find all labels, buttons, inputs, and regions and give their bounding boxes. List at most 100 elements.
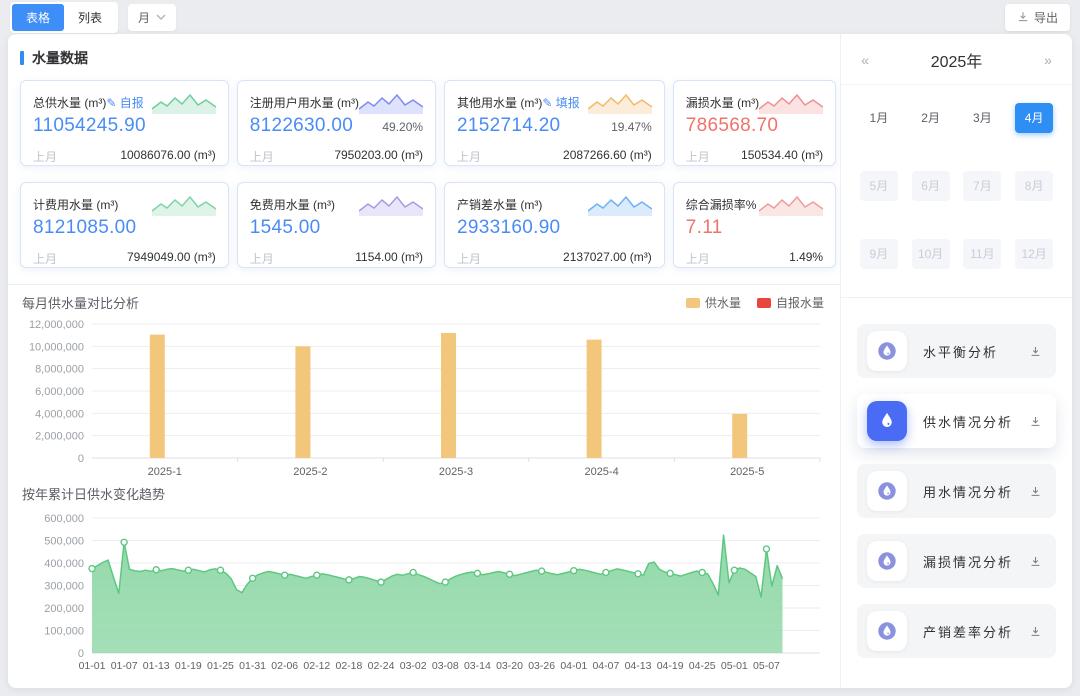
svg-text:04-25: 04-25 <box>689 660 716 672</box>
data-marker <box>603 569 609 575</box>
stat-card-title: 免费用水量 (m³) <box>250 196 335 213</box>
data-marker <box>217 567 223 573</box>
stat-card-prev-value: 7950203.00 (m³) <box>334 148 423 165</box>
stat-card-prev-label: 上月 <box>250 250 274 267</box>
analysis-item-3[interactable]: 漏损情况分析 <box>857 534 1056 588</box>
analysis-item-label: 产销差率分析 <box>923 622 1013 641</box>
bar-chart-legend: 供水量自报水量 <box>686 294 824 311</box>
stat-card-prev: 上月10086076.00 (m³) <box>33 148 216 165</box>
sparkline-icon <box>588 90 652 114</box>
calendar-next-button[interactable]: » <box>1040 52 1056 68</box>
section-divider <box>8 284 840 285</box>
svg-text:04-07: 04-07 <box>592 660 619 672</box>
stat-card-title: 漏损水量 (m³) <box>686 94 759 111</box>
water-drop-icon <box>876 410 898 432</box>
analysis-item-0[interactable]: 水平衡分析 <box>857 324 1056 378</box>
analysis-icon-box <box>867 471 907 511</box>
legend-swatch <box>757 298 771 308</box>
month-cell-1[interactable]: 1月 <box>860 103 898 133</box>
data-marker <box>346 577 352 583</box>
view-tab-1[interactable]: 列表 <box>64 4 116 31</box>
calendar-prev-button[interactable]: « <box>857 52 873 68</box>
dashboard-panel: 水量数据 总供水量 (m³)✎ 自报11054245.90 上月10086076.… <box>8 34 1072 688</box>
svg-text:2025-2: 2025-2 <box>293 466 327 478</box>
stat-card-grid: 总供水量 (m³)✎ 自报11054245.90 上月10086076.00 (m… <box>20 80 830 268</box>
analysis-icon-box <box>867 541 907 581</box>
bar-2025-3 <box>441 333 456 458</box>
stat-card-prev: 上月 7950203.00 (m³) <box>250 148 423 165</box>
download-icon[interactable] <box>1029 345 1042 358</box>
svg-text:03-08: 03-08 <box>432 660 459 672</box>
legend-swatch <box>686 298 700 308</box>
stat-card-prev: 上月1154.00 (m³) <box>250 250 423 267</box>
stat-card-mid: 2933160.90 <box>457 217 652 245</box>
stat-card-value: 786568.70 <box>686 115 779 137</box>
bar-chart[interactable]: 02,000,0004,000,0006,000,0008,000,00010,… <box>20 312 830 480</box>
download-icon[interactable] <box>1029 415 1042 428</box>
stat-card-mid: 8122630.0049.20% <box>250 115 423 143</box>
month-cell-2[interactable]: 2月 <box>912 103 950 133</box>
analysis-item-1[interactable]: 供水情况分析 <box>857 394 1056 448</box>
stat-card-value: 7.11 <box>686 217 723 239</box>
data-marker <box>731 567 737 573</box>
stat-card-mid: 2152714.2019.47% <box>457 115 652 143</box>
legend-item-0[interactable]: 供水量 <box>686 294 741 311</box>
stat-card-prev-value: 2137027.00 (m³) <box>563 250 652 267</box>
svg-text:02-18: 02-18 <box>336 660 363 672</box>
stat-card-prev-label: 上月 <box>33 148 57 165</box>
stat-card-prev: 上月2087266.60 (m³) <box>457 148 652 165</box>
sparkline-icon <box>359 192 423 216</box>
stat-card-value: 1545.00 <box>250 217 321 239</box>
stat-card-value: 2152714.20 <box>457 115 560 137</box>
stat-card-prev-label: 上月 <box>250 148 274 165</box>
svg-text:0: 0 <box>78 453 84 465</box>
stat-card-action[interactable]: ✎ 填报 <box>542 94 579 111</box>
area-chart-title: 按年累计日供水变化趋势 <box>22 484 830 503</box>
svg-text:03-26: 03-26 <box>528 660 555 672</box>
view-tab-0[interactable]: 表格 <box>12 4 64 31</box>
stat-card-top: 产销差水量 (m³) <box>457 191 652 217</box>
month-cell-4[interactable]: 4月 <box>1015 103 1053 133</box>
stat-card-top: 计费用水量 (m³) <box>33 191 216 217</box>
chevron-down-icon <box>156 14 166 20</box>
sparkline-icon <box>759 192 823 216</box>
stat-card-mid: 11054245.90 <box>33 115 216 143</box>
download-icon[interactable] <box>1029 485 1042 498</box>
period-select[interactable]: 月 <box>128 4 176 31</box>
export-button[interactable]: 导出 <box>1005 4 1070 31</box>
data-marker <box>410 569 416 575</box>
svg-text:12,000,000: 12,000,000 <box>29 319 84 331</box>
svg-text:2025-1: 2025-1 <box>148 466 182 478</box>
stat-card-prev-label: 上月 <box>686 250 710 267</box>
data-marker <box>474 570 480 576</box>
data-marker <box>121 539 127 545</box>
download-icon[interactable] <box>1029 625 1042 638</box>
analysis-icon-box <box>867 401 907 441</box>
svg-text:01-31: 01-31 <box>239 660 266 672</box>
stat-card-prev: 上月2137027.00 (m³) <box>457 250 652 267</box>
svg-text:4,000,000: 4,000,000 <box>35 408 84 420</box>
data-marker <box>442 579 448 585</box>
svg-text:0: 0 <box>78 648 84 660</box>
water-drop-icon <box>876 620 898 642</box>
analysis-item-2[interactable]: 用水情况分析 <box>857 464 1056 518</box>
page-title: 水量数据 <box>20 48 830 68</box>
month-cell-3[interactable]: 3月 <box>963 103 1001 133</box>
data-marker <box>699 569 705 575</box>
stat-card-top: 总供水量 (m³)✎ 自报 <box>33 89 216 115</box>
month-cell-11: 11月 <box>963 239 1001 269</box>
stat-card-mid: 786568.70 <box>686 115 823 143</box>
water-drop-icon <box>876 550 898 572</box>
analysis-item-4[interactable]: 产销差率分析 <box>857 604 1056 658</box>
svg-text:03-14: 03-14 <box>464 660 491 672</box>
legend-item-1[interactable]: 自报水量 <box>757 294 824 311</box>
area-chart[interactable]: 0100,000200,000300,000400,000500,000600,… <box>20 503 830 688</box>
svg-text:02-24: 02-24 <box>368 660 395 672</box>
stat-card-prev: 上月150534.40 (m³) <box>686 148 823 165</box>
stat-card-top: 注册用户用水量 (m³) <box>250 89 423 115</box>
data-marker <box>314 572 320 578</box>
download-icon[interactable] <box>1029 555 1042 568</box>
month-cell-7: 7月 <box>963 171 1001 201</box>
stat-card-action[interactable]: ✎ 自报 <box>106 94 143 111</box>
page-title-text: 水量数据 <box>32 48 88 68</box>
